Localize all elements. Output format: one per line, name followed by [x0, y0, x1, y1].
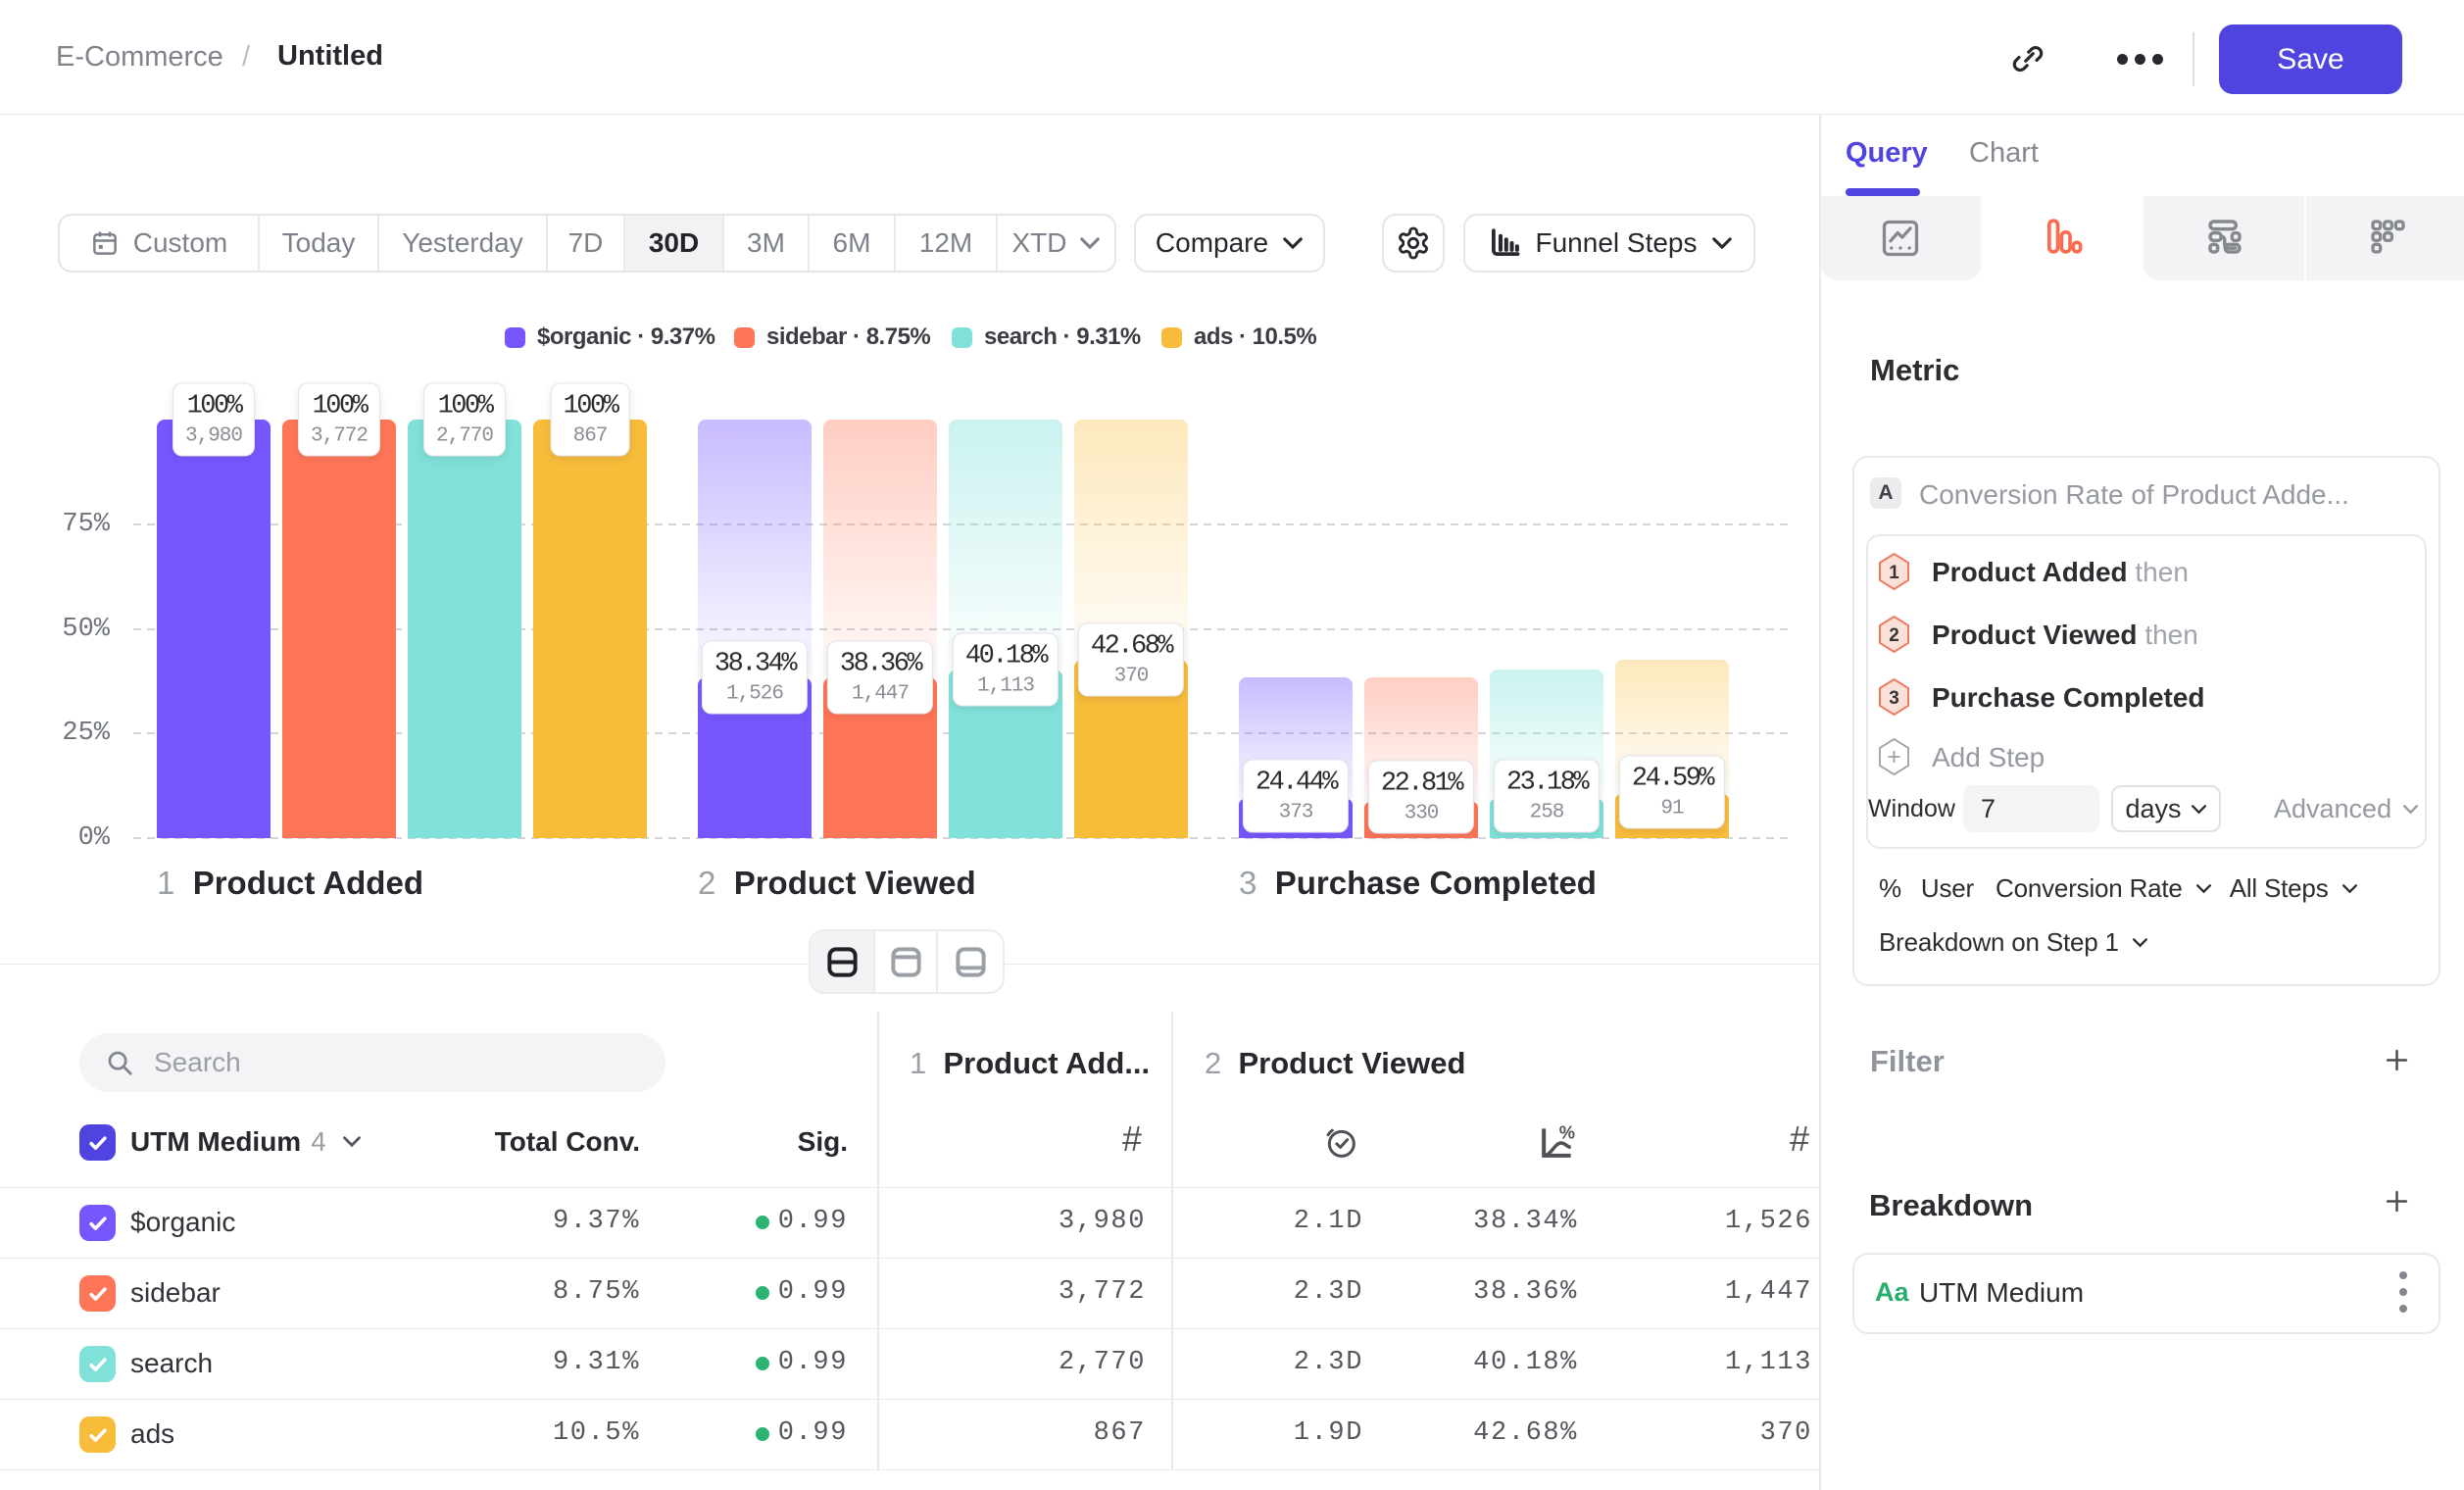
svg-text:%: % [1559, 1121, 1575, 1142]
svg-text:2: 2 [1889, 625, 1899, 646]
svg-text:1: 1 [1889, 563, 1899, 583]
svg-text:3: 3 [1889, 688, 1899, 709]
